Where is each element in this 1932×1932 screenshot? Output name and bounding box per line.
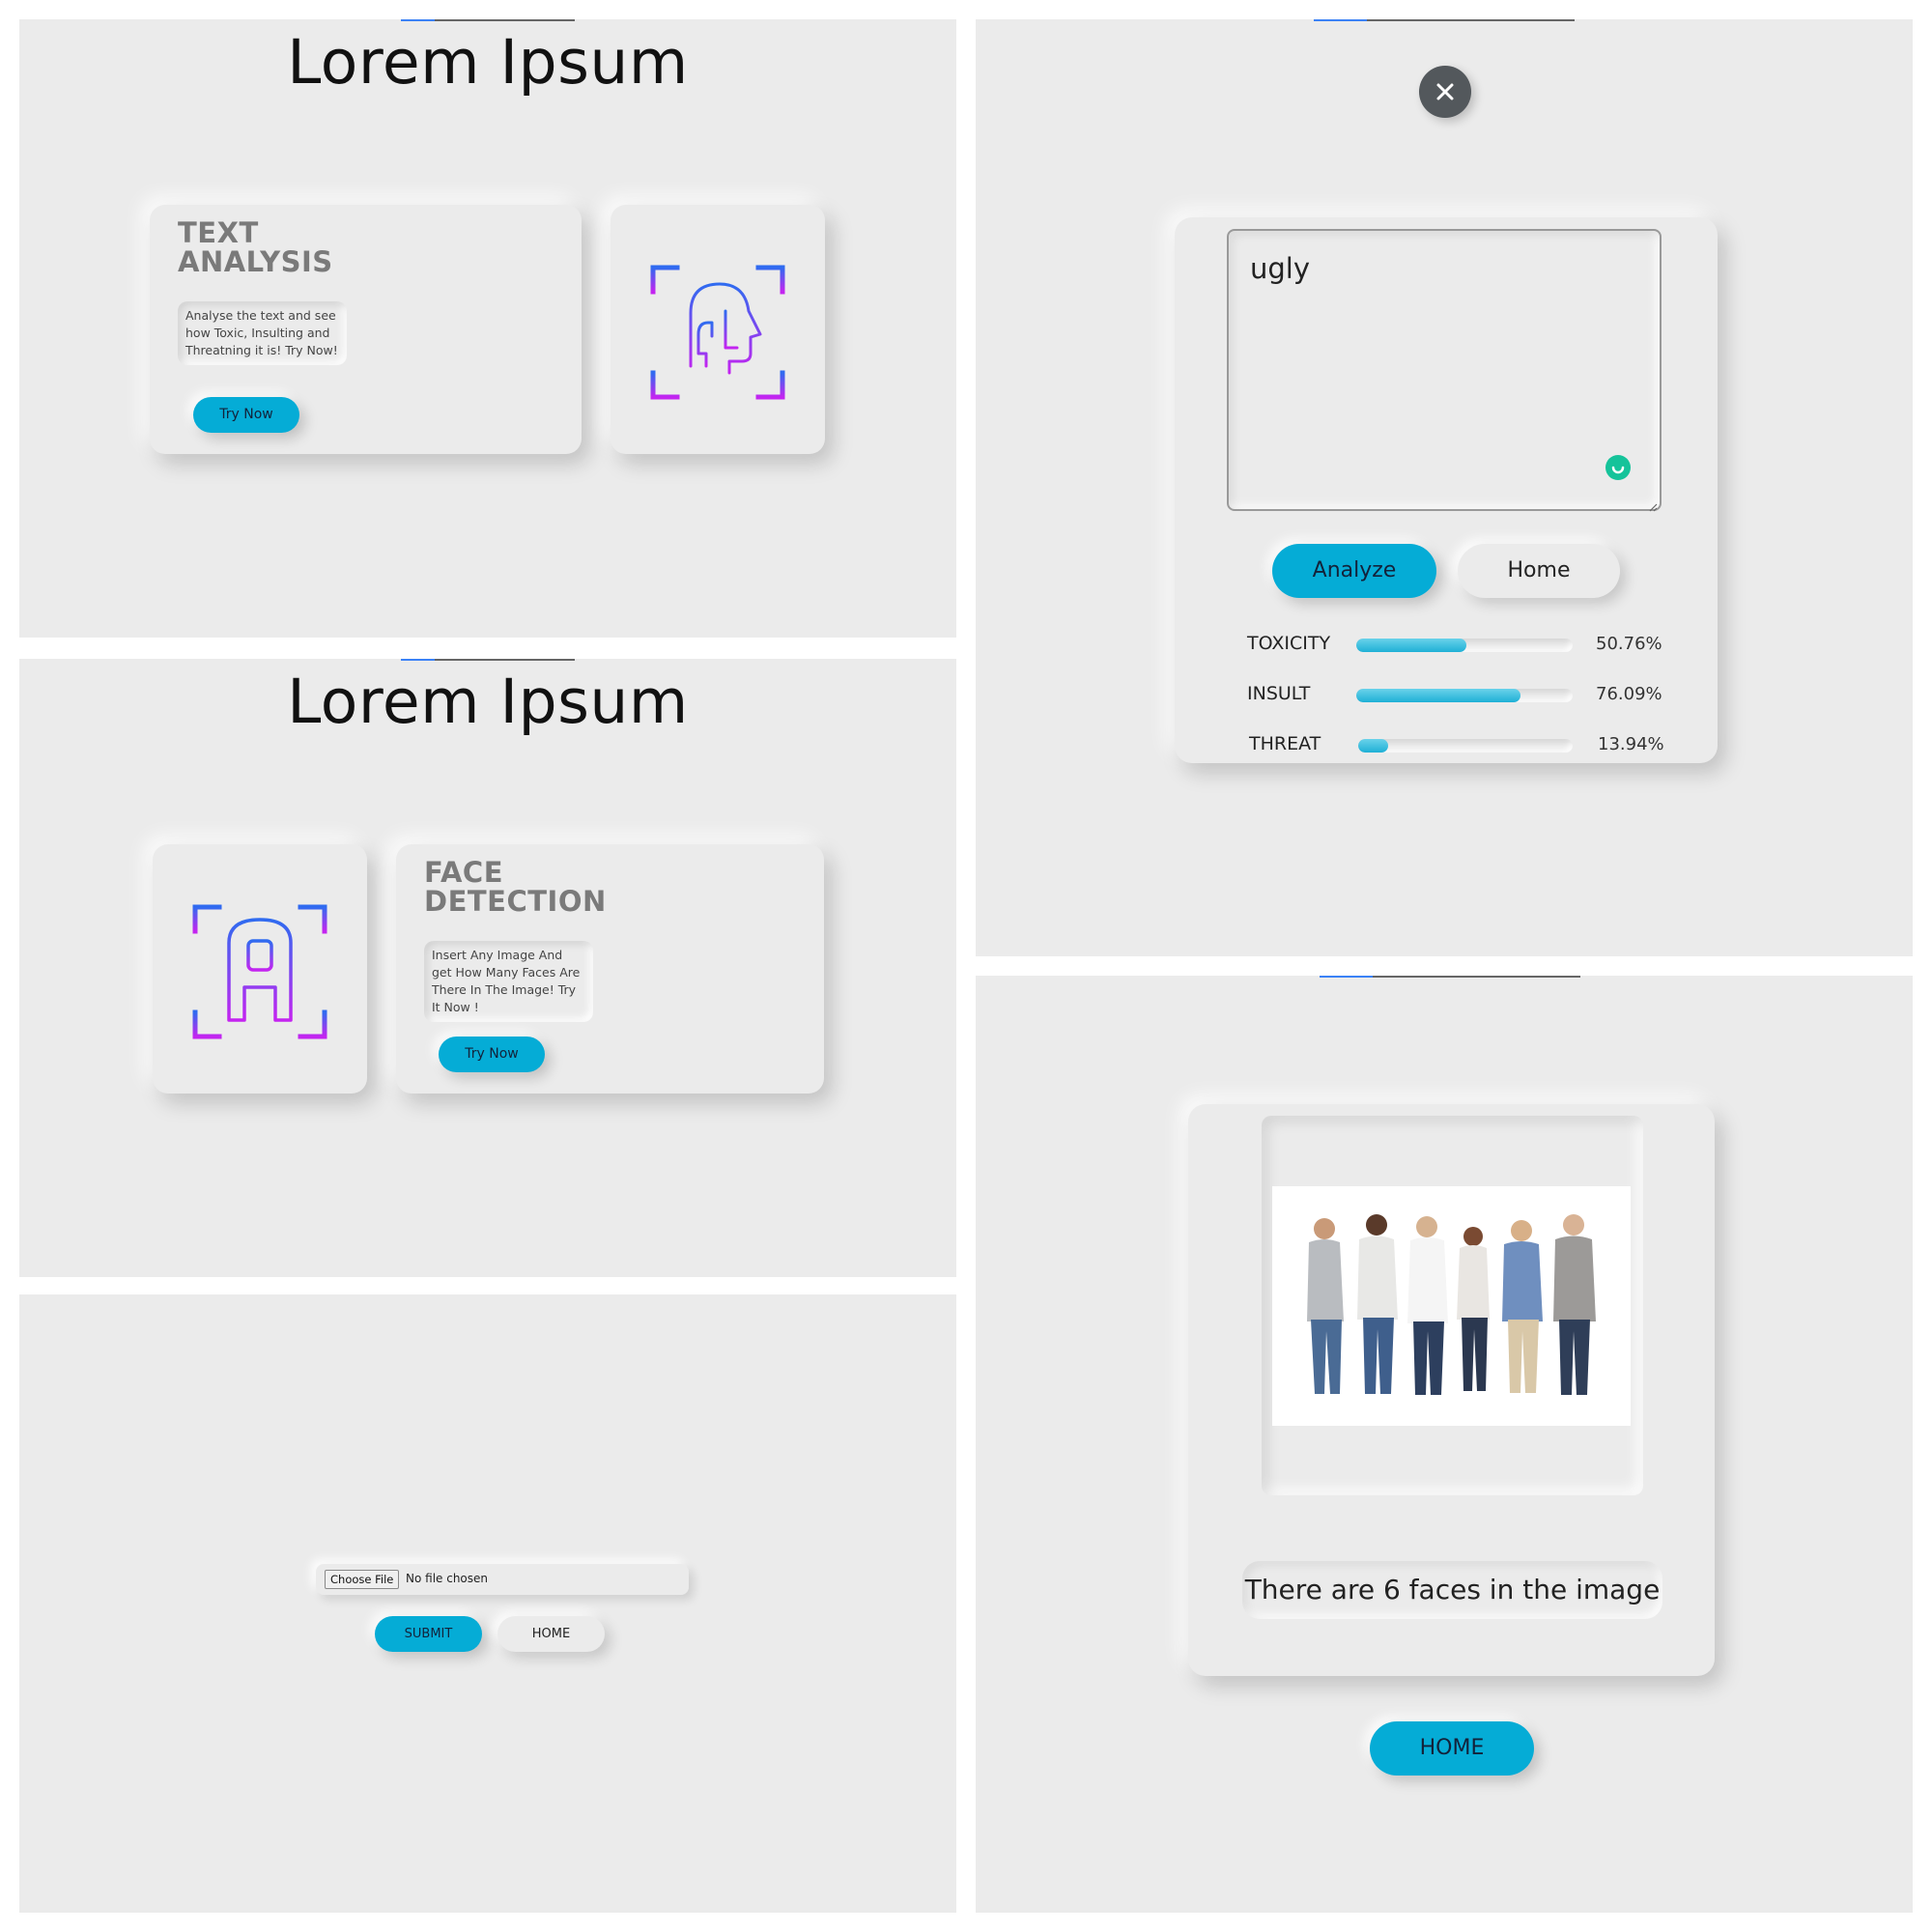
metric-value: 76.09%	[1596, 684, 1662, 704]
face-detection-panel: Lorem Ipsum FACE DETECTION Insert Any Im…	[19, 659, 956, 1277]
result-text: There are 6 faces in the image	[1242, 1561, 1662, 1619]
icon-card	[153, 844, 367, 1094]
metric-value: 50.76%	[1596, 634, 1662, 654]
page-title: Lorem Ipsum	[287, 27, 689, 98]
panel-top-line	[401, 659, 575, 661]
card-title: FACE DETECTION	[424, 858, 607, 916]
result-card: There are 6 faces in the image	[1188, 1104, 1715, 1676]
page-title: Lorem Ipsum	[287, 667, 689, 737]
panel-top-line	[1320, 976, 1580, 978]
face-detection-card: FACE DETECTION Insert Any Image And get …	[396, 844, 824, 1094]
analyze-button[interactable]: Analyze	[1272, 544, 1436, 598]
card-description: Analyse the text and see how Toxic, Insu…	[178, 301, 347, 365]
metric-row: INSULT 76.09%	[1175, 681, 1718, 710]
close-icon	[1436, 83, 1454, 100]
uploaded-group-photo	[1272, 1186, 1631, 1426]
metric-bar	[1358, 739, 1573, 753]
try-now-button[interactable]: Try Now	[193, 397, 299, 433]
text-input[interactable]: ugly	[1227, 229, 1662, 512]
file-status-text: No file chosen	[406, 1572, 489, 1585]
try-now-button[interactable]: Try Now	[439, 1037, 545, 1072]
home-button[interactable]: HOME	[497, 1616, 605, 1652]
image-frame	[1262, 1116, 1643, 1495]
card-title-line2: DETECTION	[424, 885, 607, 918]
people-illustration	[1307, 1214, 1596, 1395]
metric-label: INSULT	[1247, 683, 1311, 704]
card-title-line2: ANALYSIS	[178, 245, 333, 278]
text-input-value: ugly	[1250, 252, 1311, 285]
metric-value: 13.94%	[1598, 734, 1664, 754]
metric-row: TOXICITY 50.76%	[1175, 631, 1718, 660]
face-scan-icon	[650, 265, 785, 400]
metric-row: THREAT 13.94%	[1175, 731, 1718, 760]
card-description: Insert Any Image And get How Many Faces …	[424, 941, 593, 1022]
metric-bar-fill	[1356, 639, 1466, 652]
face-detection-result-panel: There are 6 faces in the image HOME	[976, 976, 1913, 1913]
text-scan-icon	[192, 904, 327, 1039]
close-button[interactable]	[1419, 66, 1471, 118]
home-button[interactable]: HOME	[1370, 1721, 1534, 1776]
resize-handle-icon[interactable]	[1648, 497, 1658, 512]
text-analysis-result-panel: ugly Analyze Home TOXICITY 50.76% INSULT 76…	[976, 19, 1913, 956]
metric-bar-fill	[1358, 739, 1388, 753]
home-button[interactable]: Home	[1458, 544, 1620, 598]
panel-top-line	[401, 19, 575, 21]
analysis-card: ugly Analyze Home TOXICITY 50.76% INSULT 76…	[1175, 217, 1718, 763]
metric-bar-fill	[1356, 689, 1520, 702]
upload-panel: Choose File No file chosen SUBMIT HOME	[19, 1294, 956, 1913]
metric-label: TOXICITY	[1247, 633, 1331, 654]
card-title: TEXT ANALYSIS	[178, 218, 333, 276]
metric-bar	[1356, 639, 1573, 652]
submit-button[interactable]: SUBMIT	[375, 1616, 482, 1652]
file-input[interactable]: Choose File No file chosen	[316, 1564, 689, 1595]
choose-file-button[interactable]: Choose File	[325, 1570, 400, 1589]
grammar-check-icon[interactable]	[1605, 455, 1631, 480]
metric-label: THREAT	[1249, 733, 1321, 754]
text-analysis-card: TEXT ANALYSIS Analyse the text and see h…	[150, 205, 582, 454]
card-title-line1: TEXT	[178, 216, 259, 249]
panel-top-line	[1314, 19, 1575, 21]
icon-card	[611, 205, 825, 454]
card-title-line1: FACE	[424, 856, 504, 889]
metric-bar	[1356, 689, 1573, 702]
text-analysis-panel: Lorem Ipsum TEXT ANALYSIS Analyse the te…	[19, 19, 956, 638]
